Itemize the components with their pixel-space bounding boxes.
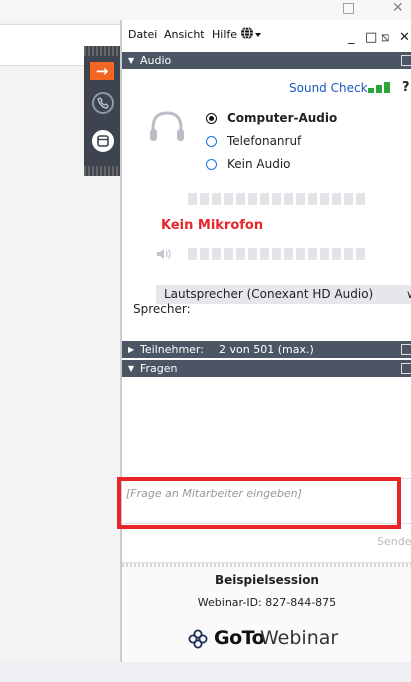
menu-help[interactable]: Hilfe bbox=[212, 28, 237, 41]
brand-light: Webinar bbox=[260, 627, 339, 649]
background-bottom bbox=[0, 662, 411, 682]
radio-no-audio[interactable] bbox=[206, 159, 217, 170]
speaker-device-value: Lautsprecher (Conexant HD Audio) bbox=[164, 287, 374, 301]
menu-file[interactable]: Datei bbox=[128, 28, 157, 41]
minimize-button[interactable]: _ bbox=[348, 30, 355, 45]
audio-option-computer[interactable]: Computer-Audio bbox=[206, 111, 406, 127]
globe-icon bbox=[241, 26, 261, 40]
speaker-label: Sprecher: bbox=[133, 302, 191, 316]
menu-bar: Datei Ansicht Hilfe _ □ ⧅ ✕ bbox=[122, 20, 411, 50]
close-button[interactable]: ✕ bbox=[399, 30, 410, 45]
menu-view[interactable]: Ansicht bbox=[164, 28, 205, 41]
send-button[interactable]: Senden bbox=[377, 535, 411, 548]
speaker-volume-icon bbox=[156, 248, 174, 263]
window-icon bbox=[97, 135, 109, 147]
collapsed-triangle-icon: ▶ bbox=[128, 345, 135, 354]
audio-phone-button[interactable] bbox=[92, 92, 114, 114]
expanded-triangle-icon: ▼ bbox=[128, 364, 135, 373]
option-phone-label: Telefonanruf bbox=[227, 134, 302, 148]
participants-count: 2 von 501 (max.) bbox=[219, 343, 314, 356]
questions-header-label: Fragen bbox=[140, 362, 178, 375]
control-panel: Datei Ansicht Hilfe _ □ ⧅ ✕ ▼ Audio Soun… bbox=[121, 20, 411, 662]
arrow-right-icon: → bbox=[95, 62, 109, 80]
speaker-device-select[interactable]: Lautsprecher (Conexant HD Audio) ∨ bbox=[156, 285, 411, 304]
option-none-label: Kein Audio bbox=[227, 157, 291, 171]
phone-icon bbox=[97, 97, 109, 109]
popout-section-icon[interactable] bbox=[401, 363, 411, 374]
collapse-arrow-button[interactable]: → bbox=[90, 62, 114, 80]
audio-section-header[interactable]: ▼ Audio bbox=[122, 52, 411, 69]
help-icon[interactable]: ? bbox=[402, 80, 410, 95]
mic-status: Kein Mikrofon bbox=[161, 218, 264, 233]
audio-option-none[interactable]: Kein Audio bbox=[206, 157, 406, 173]
rail-grip-top[interactable] bbox=[84, 46, 120, 56]
brand-bold: GoTo bbox=[214, 627, 265, 649]
webinar-id: Webinar-ID: 827-844-875 bbox=[197, 596, 337, 609]
rail-grip-bottom[interactable] bbox=[84, 166, 120, 176]
screen-view-button[interactable] bbox=[92, 130, 114, 152]
participants-section-header[interactable]: ▶ Teilnehmer: 2 von 501 (max.) bbox=[122, 341, 411, 358]
questions-section-header[interactable]: ▼ Fragen bbox=[122, 360, 411, 377]
questions-log bbox=[122, 378, 411, 478]
headset-icon bbox=[148, 108, 186, 151]
chevron-down-icon: ∨ bbox=[406, 285, 411, 304]
maximize-button[interactable]: □ bbox=[365, 30, 377, 45]
audio-header-label: Audio bbox=[140, 54, 172, 67]
radio-phone-call[interactable] bbox=[206, 136, 217, 147]
highlight-frame bbox=[117, 477, 401, 529]
radio-computer-audio[interactable] bbox=[206, 113, 217, 124]
globe-language-button[interactable] bbox=[240, 26, 262, 43]
participants-header-label: Teilnehmer: bbox=[140, 343, 204, 356]
sound-check-link[interactable]: Sound Check bbox=[289, 81, 368, 95]
expanded-triangle-icon: ▼ bbox=[128, 56, 135, 65]
popout-section-icon[interactable] bbox=[401, 344, 411, 355]
popout-section-icon[interactable] bbox=[401, 55, 411, 66]
mic-level-meter bbox=[188, 193, 365, 205]
speaker-level-meter bbox=[188, 248, 365, 260]
audio-option-phone[interactable]: Telefonanruf bbox=[206, 134, 406, 150]
option-computer-label: Computer-Audio bbox=[227, 111, 338, 125]
flower-logo-icon bbox=[188, 629, 208, 649]
footer-grip[interactable] bbox=[122, 563, 411, 567]
session-title: Beispielsession bbox=[215, 573, 319, 587]
session-footer: Beispielsession Webinar-ID: 827-844-875 … bbox=[122, 562, 411, 662]
signal-strength-icon bbox=[368, 82, 394, 97]
background-close-button[interactable]: ✕ bbox=[392, 0, 404, 16]
background-maximize-button[interactable]: □ bbox=[342, 0, 355, 16]
popout-button[interactable]: ⧅ bbox=[381, 30, 389, 45]
